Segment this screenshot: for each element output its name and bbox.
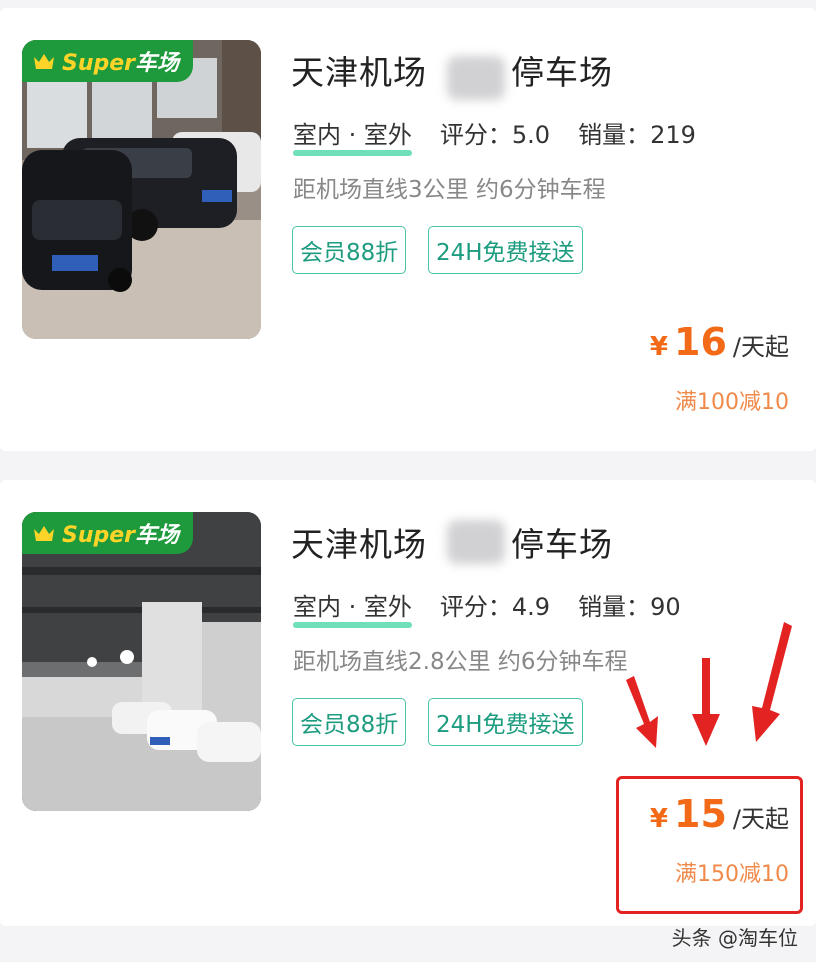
crown-icon: [34, 54, 54, 69]
rating: 评分：4.9: [439, 593, 551, 621]
price-amount: 16: [674, 320, 727, 364]
currency-symbol: ¥: [649, 332, 669, 362]
super-lot-badge: Super车场: [22, 40, 194, 82]
parking-lot-photo[interactable]: Super车场: [22, 40, 261, 339]
badge-super-text: Super: [62, 523, 136, 548]
watermark: 头条 @淘车位: [671, 926, 798, 950]
outdoor-cars-image: [22, 40, 261, 339]
distance-info: 距机场直线3公里 约6分钟车程: [293, 177, 606, 203]
crown-icon: [34, 526, 54, 541]
price: ¥ 16 /天起: [650, 320, 789, 364]
redaction-blur: [447, 56, 505, 100]
badge-super-text: Super: [62, 51, 136, 76]
sales-count: 销量：219: [578, 121, 696, 149]
price-highlight-box: [616, 776, 803, 914]
parking-type: 室内 · 室外: [293, 587, 412, 628]
badge-lot-text: 车场: [135, 51, 180, 76]
parking-type: 室内 · 室外: [293, 115, 412, 156]
badge-lot-text: 车场: [135, 523, 180, 548]
rating: 评分：5.0: [439, 121, 551, 149]
redaction-blur: [447, 520, 505, 564]
super-lot-badge: Super车场: [22, 512, 194, 554]
member-discount-tag: 会员88折: [292, 698, 407, 746]
underground-garage-image: [22, 512, 261, 811]
free-shuttle-tag: 24H免费接送: [428, 698, 583, 746]
listing-meta: 室内 · 室外 评分：5.0 销量：219: [293, 115, 696, 156]
parking-listing-card[interactable]: Super车场 天津机场 停车场 室内 · 室外 评分：5.0 销量：219 距…: [0, 8, 816, 451]
price-unit: /天起: [732, 333, 789, 361]
red-arrow-icon: [626, 622, 792, 748]
coupon-discount: 满100减10: [675, 390, 789, 415]
free-shuttle-tag: 24H免费接送: [428, 226, 583, 274]
distance-info: 距机场直线2.8公里 约6分钟车程: [293, 649, 628, 675]
parking-lot-photo[interactable]: Super车场: [22, 512, 261, 811]
member-discount-tag: 会员88折: [292, 226, 407, 274]
